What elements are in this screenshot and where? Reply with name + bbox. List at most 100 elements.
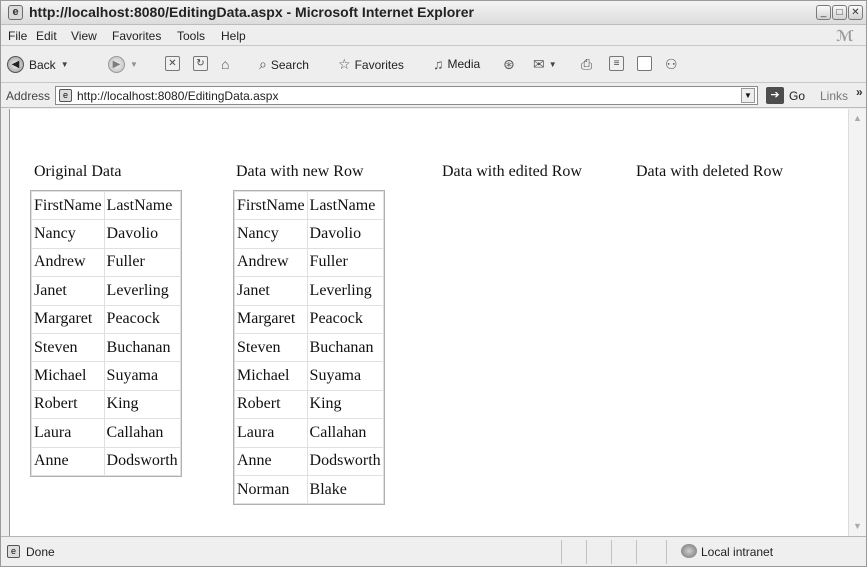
column-header: FirstName (234, 190, 308, 221)
table-cell: Dodsworth (306, 446, 384, 476)
table-cell: Laura (31, 418, 105, 448)
table-row: Laura Callahan (31, 418, 181, 448)
table-cell: Anne (31, 446, 105, 476)
print-icon: ⎙ (581, 56, 593, 72)
search-button[interactable]: ⌕ Search (259, 56, 309, 73)
edit-button[interactable]: ≡ (609, 56, 624, 71)
table-cell: Peacock (103, 304, 181, 334)
home-button[interactable]: ⌂ (221, 56, 233, 72)
chevron-down-icon[interactable]: ▼ (61, 60, 69, 69)
chevron-down-icon[interactable]: ▼ (549, 60, 557, 69)
section-title-original: Original Data (34, 163, 122, 180)
table-header-row: FirstName LastName (234, 190, 384, 221)
scroll-down-icon[interactable]: ▼ (851, 520, 864, 533)
table-cell: Buchanan (103, 332, 181, 363)
column-header: FirstName (31, 190, 105, 221)
messenger-button[interactable]: ⚇ (665, 56, 682, 73)
table-cell: Davolio (103, 219, 181, 249)
table-row: Michael Suyama (31, 361, 181, 391)
stop-button[interactable]: ✕ (165, 56, 180, 71)
table-cell: Anne (234, 446, 308, 476)
refresh-icon: ↻ (193, 56, 208, 71)
table-cell: Margaret (31, 304, 105, 334)
chevron-down-icon[interactable]: ▼ (130, 60, 138, 69)
security-zone-label: Local intranet (701, 545, 774, 559)
table-row: Andrew Fuller (31, 247, 181, 278)
status-divider (611, 540, 612, 564)
table-row: Andrew Fuller (234, 247, 384, 278)
media-icon: ♫ (433, 56, 444, 72)
table-header-row: FirstName LastName (31, 190, 181, 221)
discuss-button[interactable] (637, 56, 652, 71)
table-cell: Leverling (306, 276, 384, 306)
window-controls: _ □ ✕ (816, 5, 863, 20)
table-row: Steven Buchanan (234, 332, 384, 363)
table-cell: Margaret (234, 304, 308, 334)
mail-button[interactable]: ✉ ▼ (533, 56, 557, 73)
table-row: Anne Dodsworth (31, 446, 181, 476)
address-label: Address (6, 89, 51, 103)
menu-file[interactable]: File (8, 29, 27, 43)
maximize-icon[interactable]: □ (832, 5, 847, 20)
discuss-icon (637, 56, 652, 71)
table-row: Steven Buchanan (31, 332, 181, 363)
address-input[interactable]: e http://localhost:8080/EditingData.aspx… (55, 86, 758, 105)
search-icon: ⌕ (259, 56, 267, 72)
back-button[interactable]: ◀ Back ▼ (7, 56, 69, 73)
history-button[interactable]: ⊛ (503, 56, 519, 73)
chevron-right-icon[interactable]: » (856, 85, 863, 99)
intranet-zone-icon (681, 544, 697, 558)
forward-button[interactable]: ▶ ▼ (108, 56, 138, 73)
back-label: Back (29, 57, 56, 72)
menu-view[interactable]: View (71, 29, 97, 43)
section-title-edited-row: Data with edited Row (442, 163, 582, 180)
address-url[interactable]: http://localhost:8080/EditingData.aspx (77, 89, 278, 103)
chevron-down-icon[interactable]: ▼ (741, 88, 755, 103)
table-row: Laura Callahan (234, 418, 384, 448)
table-cell: Callahan (306, 418, 384, 448)
table-row: Anne Dodsworth (234, 446, 384, 476)
menu-favorites[interactable]: Favorites (112, 29, 161, 43)
close-icon[interactable]: ✕ (848, 5, 863, 20)
table-cell: Steven (31, 332, 105, 363)
table-cell: Janet (234, 276, 308, 306)
table-cell: Suyama (306, 361, 384, 391)
table-cell: Robert (31, 389, 105, 420)
window-title: http://localhost:8080/EditingData.aspx -… (29, 4, 474, 20)
browser-window: e http://localhost:8080/EditingData.aspx… (0, 0, 867, 567)
menu-bar: File Edit View Favorites Tools Help ℳ (1, 26, 866, 46)
media-button[interactable]: ♫ Media (433, 56, 480, 72)
menu-help[interactable]: Help (221, 29, 246, 43)
table-cell: Peacock (306, 304, 384, 334)
scroll-up-icon[interactable]: ▲ (851, 112, 864, 125)
table-cell: Suyama (103, 361, 181, 391)
table-cell: Buchanan (306, 332, 384, 363)
print-button[interactable]: ⎙ (581, 56, 596, 73)
table-row: Norman Blake (234, 474, 384, 505)
section-title-deleted-row: Data with deleted Row (636, 163, 784, 180)
minimize-icon[interactable]: _ (816, 5, 831, 20)
table-cell: Nancy (234, 219, 308, 249)
menu-tools[interactable]: Tools (177, 29, 205, 43)
table-cell: King (306, 389, 384, 420)
table-cell: Laura (234, 418, 308, 448)
windows-flag-icon: ℳ (836, 28, 854, 45)
favorites-button[interactable]: ☆ Favorites (338, 56, 404, 73)
refresh-button[interactable]: ↻ (193, 56, 208, 71)
vertical-scrollbar[interactable]: ▲ ▼ (848, 109, 866, 536)
table-cell: Davolio (306, 219, 384, 249)
table-row: Margaret Peacock (31, 304, 181, 334)
go-button[interactable]: ➔ Go (766, 87, 805, 104)
mail-icon: ✉ (533, 56, 545, 72)
table-cell: Andrew (234, 247, 308, 278)
menu-edit[interactable]: Edit (36, 29, 57, 43)
table-row: Robert King (31, 389, 181, 420)
address-bar: Address e http://localhost:8080/EditingD… (1, 84, 866, 108)
links-button[interactable]: Links (820, 89, 848, 103)
go-arrow-icon: ➔ (766, 87, 784, 104)
status-divider (561, 540, 562, 564)
table-row: Janet Leverling (234, 276, 384, 306)
go-label: Go (789, 88, 806, 103)
column-header: LastName (103, 190, 181, 221)
page-icon: e (59, 89, 72, 102)
